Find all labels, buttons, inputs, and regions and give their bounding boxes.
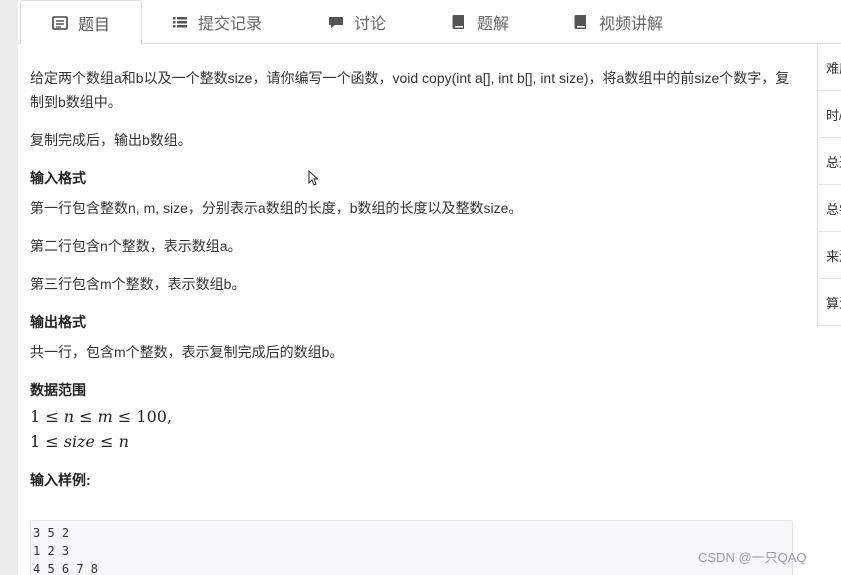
watermark: CSDN @一只QAQ — [698, 550, 807, 565]
problem-content: 给定两个数组a和b以及一个整数size，请你编写一个函数，void copy(i… — [30, 66, 800, 492]
tab-discussion[interactable]: 讨论 — [328, 0, 386, 44]
tab-label: 讨论 — [354, 16, 387, 33]
data-range-formula-2: 1 ≤ size ≤ n — [30, 432, 129, 451]
sidebar-item-algorithm: 算法 — [818, 279, 841, 326]
left-margin — [0, 0, 18, 575]
input-format-title: 输入格式 — [30, 170, 86, 186]
tab-label: 视频讲解 — [599, 16, 664, 33]
sample-line: 4 5 6 7 8 — [33, 562, 99, 575]
page: 题目 提交记录 讨论 题解 视频讲解 给定两个数组a和b以及一个整数size，请… — [0, 0, 841, 575]
sample-input-title: 输入样例: — [30, 472, 91, 488]
tab-label: 题目 — [77, 16, 110, 34]
tab-solutions[interactable]: 题解 — [451, 0, 509, 44]
data-range-title: 数据范围 — [30, 382, 86, 398]
sidebar-item-time: 时/ — [818, 91, 841, 138]
mouse-cursor-icon — [308, 170, 318, 186]
tab-video[interactable]: 视频讲解 — [573, 0, 663, 44]
problem-description: 给定两个数组a和b以及一个整数size，请你编写一个函数，void copy(i… — [30, 70, 790, 110]
sample-input-box: 3 5 2 1 2 3 4 5 6 7 8 — [30, 520, 793, 575]
sidebar-item-total-attempts: 总尝 — [818, 185, 841, 232]
input-format-line: 第一行包含整数n, m, size，分别表示a数组的长度，b数组的长度以及整数s… — [30, 200, 523, 216]
book-icon — [451, 14, 467, 30]
sidebar-item-difficulty: 难度 — [818, 44, 841, 91]
sidebar-item-source: 来源 — [818, 232, 841, 279]
tab-label: 提交记录 — [198, 16, 263, 33]
comment-icon — [328, 14, 344, 30]
tab-submissions[interactable]: 提交记录 — [172, 0, 262, 44]
output-format-title: 输出格式 — [30, 314, 86, 330]
tab-label: 题解 — [477, 16, 510, 33]
input-format-line: 第二行包含n个整数，表示数组a。 — [30, 238, 242, 254]
problem-description-2: 复制完成后，输出b数组。 — [30, 132, 192, 148]
input-format-line: 第三行包含m个整数，表示数组b。 — [30, 276, 246, 292]
output-format-line: 共一行，包含m个整数，表示复制完成后的数组b。 — [30, 344, 344, 360]
list-icon — [172, 14, 188, 30]
tab-problem[interactable]: 题目 — [20, 0, 142, 45]
sample-line: 3 5 2 — [33, 526, 70, 540]
sample-line: 1 2 3 — [33, 544, 70, 558]
sidebar-item-total-pass: 总通 — [818, 138, 841, 185]
list-icon — [52, 15, 68, 31]
book-icon — [573, 14, 589, 30]
tab-bar: 题目 提交记录 讨论 题解 视频讲解 — [18, 0, 841, 45]
data-range-formula-1: 1 ≤ n ≤ m ≤ 100, — [30, 407, 173, 426]
problem-info-sidebar: 难度 时/ 总通 总尝 来源 算法 — [817, 44, 841, 326]
